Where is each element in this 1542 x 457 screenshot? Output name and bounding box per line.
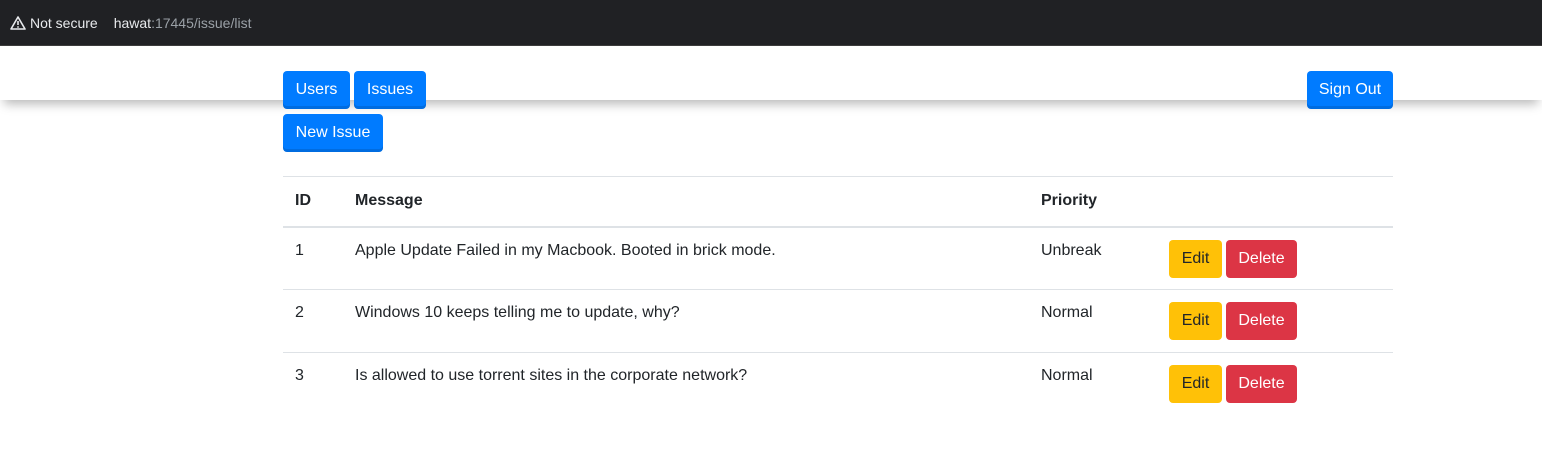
issues-button[interactable]: Issues <box>354 71 426 109</box>
issue-message: Windows 10 keeps telling me to update, w… <box>355 304 680 321</box>
header-actions <box>1157 177 1393 227</box>
header-message: Message <box>355 192 423 210</box>
browser-toolbar: Not secure hawat:17445/issue/list <box>0 0 1542 46</box>
table-row: 3 Is allowed to use torrent sites in the… <box>283 353 1393 416</box>
url-host: hawat <box>113 14 152 31</box>
issue-id: 1 <box>295 241 304 259</box>
sign-out-button[interactable]: Sign Out <box>1307 71 1393 109</box>
issue-message: Apple Update Failed in my Macbook. Boote… <box>355 241 776 259</box>
warning-triangle-icon <box>10 15 26 30</box>
issue-actions: Edit Delete <box>1157 290 1393 353</box>
issue-actions: Edit Delete <box>1157 227 1393 290</box>
edit-button[interactable]: Edit <box>1169 302 1222 340</box>
delete-button[interactable]: Delete <box>1226 365 1297 403</box>
issue-message: Is allowed to use torrent sites in the c… <box>355 367 748 384</box>
table-row: 2 Windows 10 keeps telling me to update,… <box>283 290 1393 353</box>
security-label: Not secure <box>30 14 98 31</box>
users-button[interactable]: Users <box>283 71 350 109</box>
delete-button[interactable]: Delete <box>1226 302 1297 340</box>
header-id: ID <box>295 192 311 210</box>
table-row: 1 Apple Update Failed in my Macbook. Boo… <box>283 227 1393 290</box>
edit-button[interactable]: Edit <box>1169 239 1222 278</box>
new-issue-button[interactable]: New Issue <box>283 114 383 152</box>
issue-id: 2 <box>295 304 304 321</box>
delete-button[interactable]: Delete <box>1226 239 1297 278</box>
security-indicator[interactable]: Not secure <box>10 15 98 31</box>
issue-priority: Normal <box>1041 367 1093 384</box>
issue-priority: Unbreak <box>1041 241 1102 259</box>
issue-id: 3 <box>295 367 304 384</box>
address-bar[interactable]: hawat:17445/issue/list <box>114 15 252 31</box>
issue-actions: Edit Delete <box>1157 353 1393 416</box>
header-priority: Priority <box>1041 192 1098 210</box>
table-header-row: ID Message Priority <box>283 176 1393 227</box>
edit-button[interactable]: Edit <box>1169 365 1222 403</box>
issue-priority: Normal <box>1041 304 1093 321</box>
url-path: :17445/issue/list <box>151 14 252 31</box>
issues-table: ID Message Priority 1 Apple Update Faile… <box>283 176 1393 416</box>
